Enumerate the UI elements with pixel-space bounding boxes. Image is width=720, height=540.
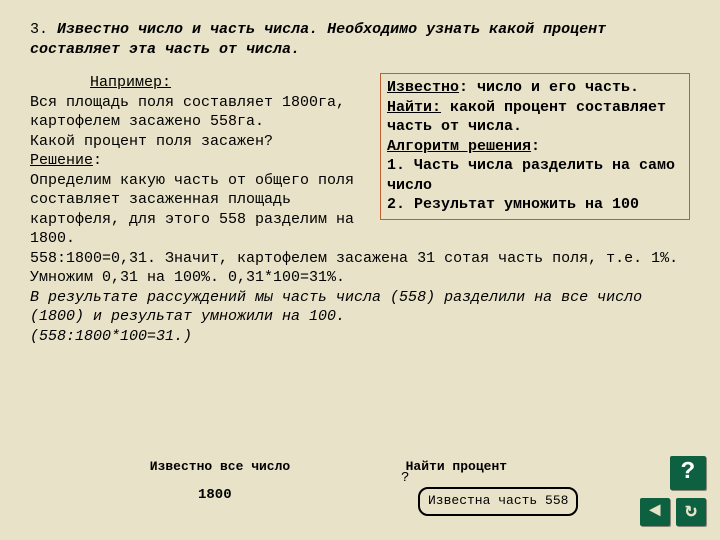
solution-label: Решение: [30, 152, 93, 169]
body-p2: Какой процент поля засажен?: [30, 133, 273, 150]
nav-bar: ◄ ↻: [640, 498, 706, 526]
value-1800: 1800: [198, 486, 232, 504]
return-button[interactable]: ↻: [676, 498, 706, 526]
known-line-2: Найти: какой процент составляет часть от…: [387, 98, 683, 137]
task-text: Известно число и часть числа. Необходимо…: [30, 21, 606, 58]
back-button[interactable]: ◄: [640, 498, 670, 526]
body-p5: В результате рассуждений мы часть числа …: [30, 289, 642, 326]
body-p3: Определим какую часть от общего поля сос…: [30, 172, 354, 248]
task-title: 3. Известно число и часть числа. Необход…: [30, 20, 690, 59]
task-number: 3.: [30, 21, 48, 38]
annotation-row: Известно все число Найти процент: [120, 459, 507, 476]
known-box: Известно: число и его часть. Найти: како…: [380, 73, 690, 220]
body-p4: 558:1800=0,31. Значит, картофелем засаже…: [30, 250, 678, 287]
help-button[interactable]: ?: [670, 456, 706, 490]
known-line-3: Алгоритм решения:: [387, 137, 683, 157]
content: Известно: число и его часть. Найти: како…: [30, 73, 690, 346]
body-p6: (558:1800*100=31.): [30, 328, 192, 345]
known-line-1: Известно: число и его часть.: [387, 78, 683, 98]
algo-step-2: 2. Результат умножить на 100: [387, 195, 683, 215]
return-icon: ↻: [685, 499, 697, 525]
question-mark: ?: [401, 469, 409, 487]
body-p1: Вся площадь поля составляет 1800га, карт…: [30, 94, 345, 131]
known-part-box: Известна часть 558: [418, 487, 578, 516]
question-icon: ?: [681, 457, 695, 488]
triangle-left-icon: ◄: [649, 499, 661, 525]
algo-step-1: 1. Часть числа разделить на само число: [387, 156, 683, 195]
example-label: Например:: [90, 74, 171, 91]
label-find-percent: Найти процент: [406, 459, 507, 476]
label-all-number: Известно все число: [120, 459, 320, 476]
